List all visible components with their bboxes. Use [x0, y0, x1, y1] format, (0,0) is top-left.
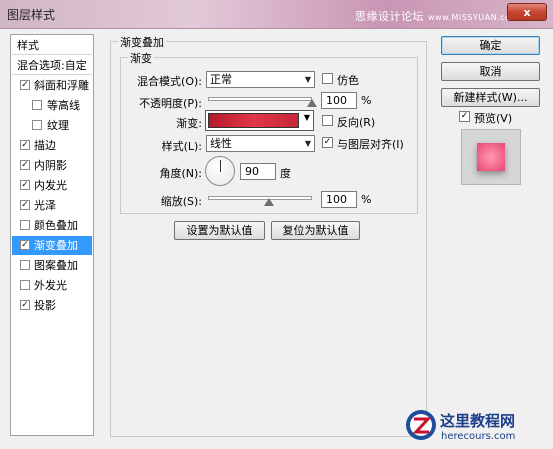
- sidebar-item-checkbox[interactable]: ✓: [20, 160, 30, 170]
- sidebar-item-checkbox[interactable]: ✓: [20, 200, 30, 210]
- window-title: 图层样式: [7, 8, 56, 22]
- sidebar-item[interactable]: 纹理: [12, 116, 92, 135]
- site-logo-text: 这里教程网: [440, 412, 516, 430]
- scale-unit: %: [361, 193, 372, 206]
- reset-default-button[interactable]: 复位为默认值: [271, 221, 360, 240]
- sidebar-item[interactable]: 颜色叠加: [12, 216, 92, 235]
- sidebar-item[interactable]: 等高线: [12, 96, 92, 115]
- sidebar-item-label: 光泽: [34, 199, 56, 212]
- sidebar-item-checkbox[interactable]: [32, 120, 42, 130]
- angle-dial-needle: [220, 160, 221, 172]
- site-logo-icon: [406, 410, 436, 440]
- sidebar-item[interactable]: 外发光: [12, 276, 92, 295]
- align-with-layer-label: 与图层对齐(I): [337, 138, 404, 151]
- sidebar-item[interactable]: ✓ 描边: [12, 136, 92, 155]
- sidebar-item-checkbox[interactable]: [20, 220, 30, 230]
- blend-mode-label: 混合模式(O):: [137, 75, 202, 88]
- scale-slider-track[interactable]: [208, 196, 312, 200]
- sidebar-item[interactable]: ✓ 斜面和浮雕: [12, 76, 92, 95]
- blend-mode-value: 正常: [210, 73, 232, 86]
- ok-button[interactable]: 确定: [441, 36, 540, 55]
- close-button[interactable]: x: [507, 3, 547, 21]
- sidebar-item-checkbox[interactable]: ✓: [20, 180, 30, 190]
- gradient-picker[interactable]: ▼: [205, 110, 314, 131]
- sidebar-item-label: 投影: [34, 299, 56, 312]
- sidebar-item-label: 等高线: [47, 99, 80, 112]
- dither-checkbox[interactable]: [322, 73, 333, 84]
- title-bar: 图层样式 思缘设计论坛 www.MISSYUAN.com x: [0, 0, 553, 29]
- reverse-label: 反向(R): [337, 116, 376, 129]
- sidebar-item-checkbox[interactable]: ✓: [20, 80, 30, 90]
- sidebar-item-label: 图案叠加: [34, 259, 78, 272]
- chevron-down-icon: ▼: [304, 75, 311, 84]
- preview-label: 预览(V): [474, 112, 513, 125]
- opacity-unit: %: [361, 94, 372, 107]
- style-preview-swatch: [477, 143, 505, 171]
- chevron-down-icon: ▼: [304, 139, 311, 148]
- sidebar-item-label: 描边: [34, 139, 56, 152]
- scale-input[interactable]: 100: [321, 191, 357, 208]
- preview-checkbox[interactable]: ✓: [459, 111, 470, 122]
- angle-dial[interactable]: [205, 156, 235, 186]
- style-select[interactable]: 线性 ▼: [206, 135, 315, 152]
- sidebar-item-label: 斜面和浮雕: [34, 79, 89, 92]
- sidebar-item[interactable]: ✓ 光泽: [12, 196, 92, 215]
- watermark-cn: 思缘设计论坛: [355, 10, 424, 23]
- style-label: 样式(L):: [161, 140, 202, 153]
- site-logo-url: herecours.com: [441, 431, 516, 442]
- style-value: 线性: [210, 137, 232, 150]
- scale-label: 缩放(S):: [160, 195, 202, 208]
- gradient-swatch[interactable]: [208, 113, 299, 128]
- angle-unit: 度: [280, 167, 291, 180]
- opacity-label: 不透明度(P):: [139, 97, 202, 110]
- sidebar-blend-options[interactable]: 混合选项:自定: [12, 56, 92, 75]
- watermark-url: www.MISSYUAN.com: [428, 13, 519, 22]
- opacity-slider-track[interactable]: [208, 97, 312, 101]
- sidebar-item-label: 纹理: [47, 119, 69, 132]
- sidebar-item-checkbox[interactable]: ✓: [20, 140, 30, 150]
- sidebar-item-label: 外发光: [34, 279, 67, 292]
- sidebar-item-label: 渐变叠加: [34, 239, 78, 252]
- sidebar-item-label: 内阴影: [34, 159, 67, 172]
- scale-slider-handle[interactable]: [264, 198, 274, 206]
- sidebar-item-label: 内发光: [34, 179, 67, 192]
- sidebar-item-checkbox[interactable]: [32, 100, 42, 110]
- new-style-button[interactable]: 新建样式(W)...: [441, 88, 540, 107]
- sidebar-item[interactable]: ✓ 渐变叠加: [12, 236, 92, 255]
- sidebar-item-checkbox[interactable]: [20, 260, 30, 270]
- gradient-label: 渐变:: [176, 117, 202, 130]
- gradient-group-title: 渐变: [128, 50, 154, 66]
- reverse-checkbox[interactable]: [322, 115, 333, 126]
- opacity-input[interactable]: 100: [321, 92, 357, 109]
- style-preview: [461, 129, 521, 185]
- sidebar-item[interactable]: 图案叠加: [12, 256, 92, 275]
- gradient-overlay-title: 渐变叠加: [118, 34, 166, 50]
- chevron-down-icon[interactable]: ▼: [304, 113, 310, 122]
- sidebar-item[interactable]: ✓ 内阴影: [12, 156, 92, 175]
- sidebar-item-label: 颜色叠加: [34, 219, 78, 232]
- opacity-slider-handle[interactable]: [307, 99, 317, 107]
- set-default-button[interactable]: 设置为默认值: [174, 221, 265, 240]
- dither-label: 仿色: [337, 74, 359, 87]
- sidebar-item-checkbox[interactable]: ✓: [20, 300, 30, 310]
- watermark: 思缘设计论坛 www.MISSYUAN.com: [355, 8, 519, 24]
- angle-input[interactable]: 90: [240, 163, 276, 180]
- sidebar-item[interactable]: ✓ 内发光: [12, 176, 92, 195]
- sidebar-item[interactable]: ✓ 投影: [12, 296, 92, 315]
- align-with-layer-checkbox[interactable]: ✓: [322, 137, 333, 148]
- styles-sidebar: 样式 混合选项:自定 ✓ 斜面和浮雕等高线纹理 ✓ 描边 ✓ 内阴影 ✓ 内发光 ✓ 光泽颜色叠加…: [10, 34, 94, 436]
- blend-mode-select[interactable]: 正常 ▼: [206, 71, 315, 88]
- sidebar-item-checkbox[interactable]: [20, 280, 30, 290]
- angle-label: 角度(N):: [159, 167, 202, 180]
- cancel-button[interactable]: 取消: [441, 62, 540, 81]
- sidebar-item-checkbox[interactable]: ✓: [20, 240, 30, 250]
- sidebar-header[interactable]: 样式: [12, 36, 92, 55]
